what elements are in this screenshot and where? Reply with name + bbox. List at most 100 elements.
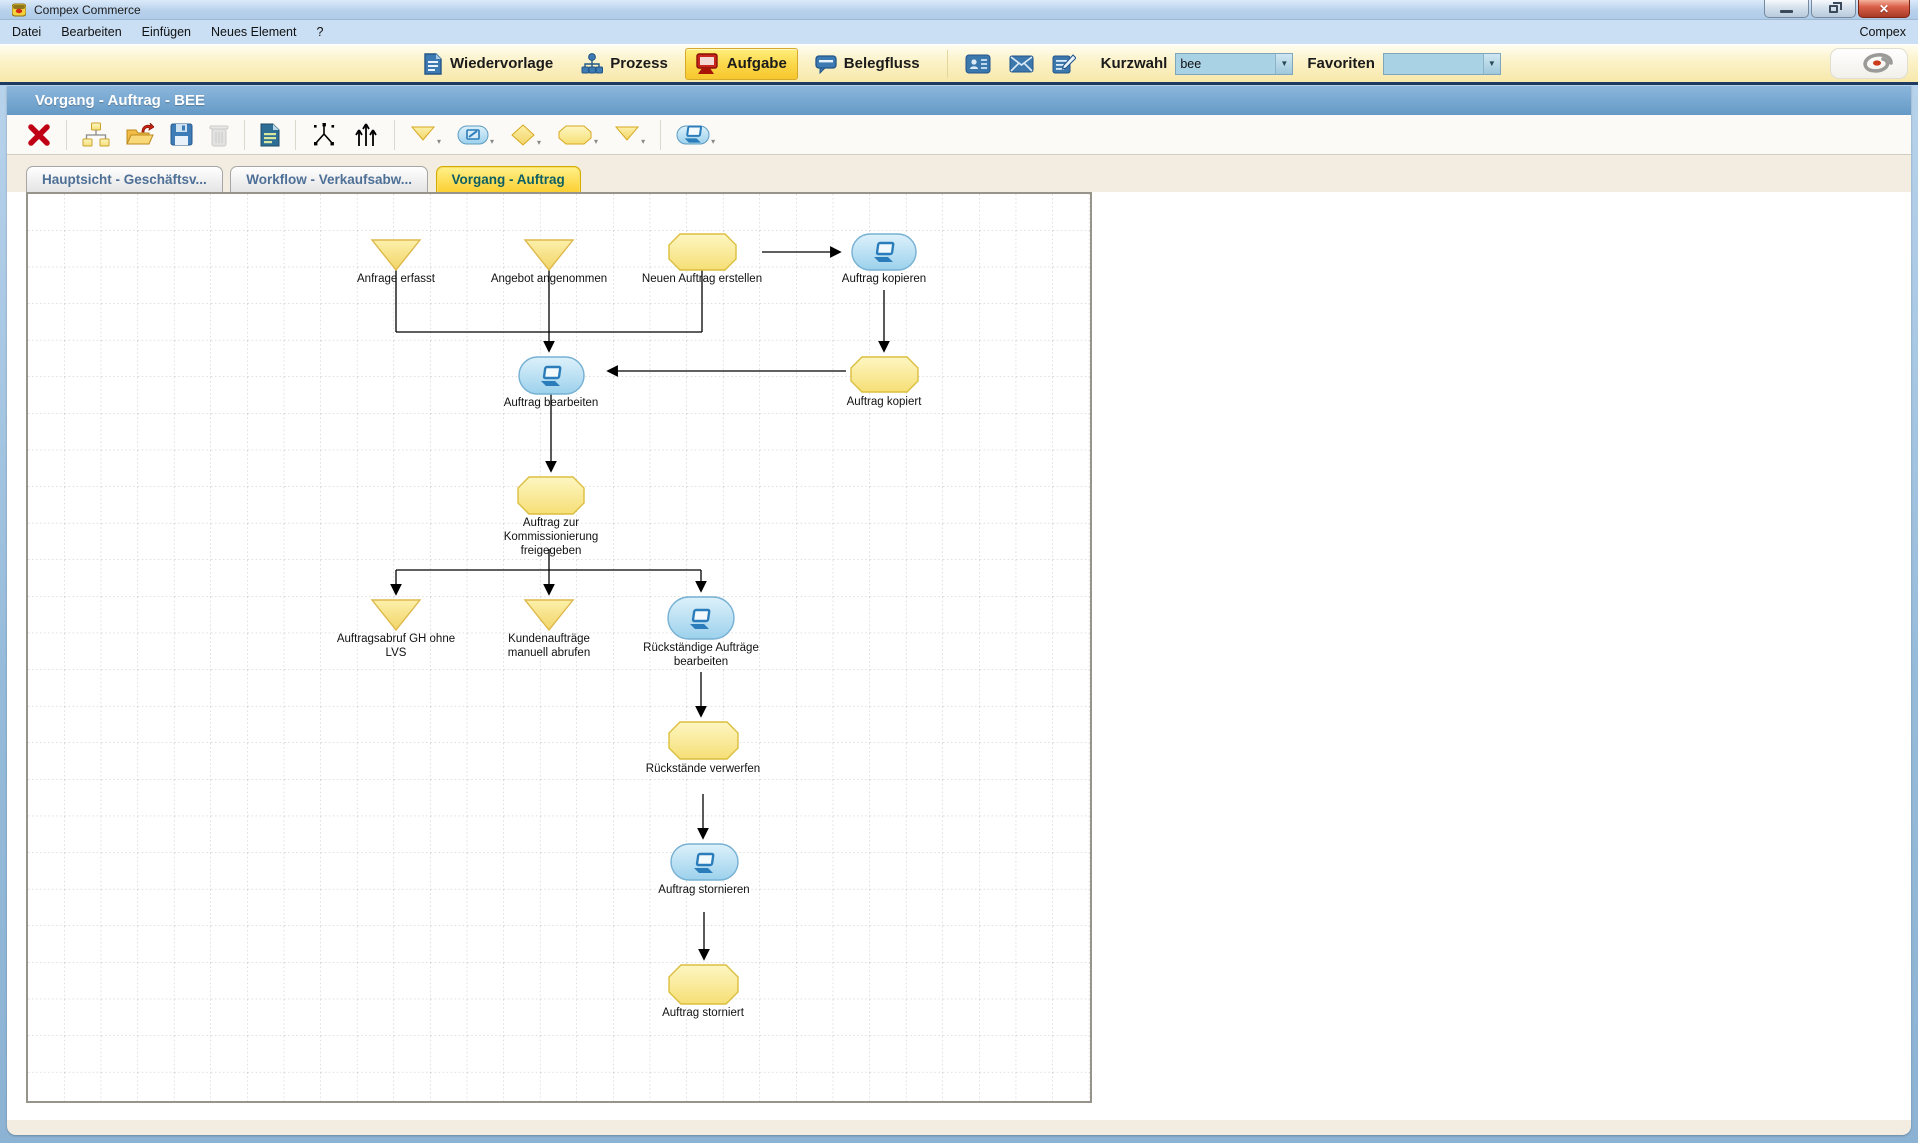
- org-chart-icon: [581, 53, 603, 75]
- tab-label: Workflow - Verkaufsabw...: [246, 172, 412, 187]
- insert-dialog-tool[interactable]: ▾: [449, 121, 502, 149]
- toolbar-separator: [244, 120, 245, 150]
- tab-label: Hauptsicht - Geschäftsv...: [42, 172, 207, 187]
- canvas-area: Anfrage erfasst Angebot angenommen Neuen…: [7, 192, 1911, 1120]
- view-header: Vorgang - Auftrag - BEE: [7, 85, 1911, 115]
- menubar-right-text: Compex: [1859, 25, 1906, 39]
- chevron-down-icon: ▾: [437, 138, 441, 146]
- app-logo-icon: [12, 3, 26, 17]
- tab-workflow[interactable]: Workflow - Verkaufsabw...: [230, 166, 428, 193]
- dialog-pill-icon: [457, 124, 489, 146]
- close-button[interactable]: ✕: [1858, 0, 1910, 18]
- close-icon: ✕: [1879, 3, 1889, 15]
- notepad-pencil-icon: [1052, 54, 1076, 74]
- delete-button[interactable]: [19, 120, 59, 150]
- chevron-down-icon: ▾: [641, 138, 645, 146]
- hierarchy-button[interactable]: [74, 119, 118, 151]
- sort-arrows-button[interactable]: [345, 119, 387, 151]
- kurzwahl-input[interactable]: [1176, 54, 1275, 74]
- task-pill-icon: [676, 124, 710, 146]
- tab-vorgang-auftrag[interactable]: Vorgang - Auftrag: [436, 166, 581, 193]
- insert-trigger2-tool[interactable]: ▾: [606, 121, 653, 149]
- diagram-canvas[interactable]: Anfrage erfasst Angebot angenommen Neuen…: [26, 192, 1092, 1103]
- title-bar: Compex Commerce ✕: [0, 0, 1918, 20]
- menu-datei[interactable]: Datei: [12, 25, 41, 39]
- belegfluss-button[interactable]: Belegfluss: [804, 49, 931, 79]
- document-icon: [260, 123, 280, 147]
- window-title: Compex Commerce: [34, 3, 141, 17]
- chevron-down-icon: ▾: [490, 138, 494, 146]
- node-task-rueckstaendige-auftraege[interactable]: [668, 597, 734, 639]
- toolbar-separator: [947, 50, 948, 78]
- belegfluss-label: Belegfluss: [844, 55, 920, 72]
- node-state-auftrag-storniert[interactable]: [669, 965, 738, 1004]
- kurzwahl-label: Kurzwahl: [1101, 55, 1168, 72]
- menu-neues-element[interactable]: Neues Element: [211, 25, 296, 39]
- grid-background: [28, 194, 1090, 1101]
- insert-task-tool[interactable]: ▾: [668, 121, 723, 149]
- menu-bearbeiten[interactable]: Bearbeiten: [61, 25, 121, 39]
- address-book-icon: [965, 54, 991, 74]
- menu-help[interactable]: ?: [316, 25, 323, 39]
- compex-spiral-logo-icon: [1853, 50, 1899, 77]
- prozess-label: Prozess: [610, 55, 668, 72]
- node-state-kommissionierung-freigegeben[interactable]: [518, 477, 584, 514]
- chevron-down-icon: ▾: [537, 139, 541, 147]
- merge-layout-button[interactable]: [303, 119, 345, 151]
- insert-trigger-tool[interactable]: ▾: [402, 121, 449, 149]
- restore-button[interactable]: [1811, 0, 1856, 18]
- prozess-button[interactable]: Prozess: [570, 48, 679, 80]
- insert-state-tool[interactable]: ▾: [549, 121, 606, 149]
- open-button[interactable]: [118, 120, 162, 150]
- node-task-auftrag-stornieren[interactable]: [671, 844, 738, 880]
- insert-decision-tool[interactable]: ▾: [502, 120, 549, 150]
- notes-button[interactable]: [1045, 50, 1083, 78]
- red-monitor-icon: [696, 53, 720, 75]
- tab-hauptsicht[interactable]: Hauptsicht - Geschäftsv...: [26, 166, 223, 193]
- chevron-down-icon: ▾: [594, 138, 598, 146]
- trash-icon: [209, 123, 229, 147]
- aufgabe-button[interactable]: Aufgabe: [685, 48, 798, 80]
- mail-button[interactable]: [1002, 51, 1041, 77]
- hierarchy-icon: [82, 122, 110, 148]
- toolbar-separator: [295, 120, 296, 150]
- wiedervorlage-label: Wiedervorlage: [450, 55, 553, 72]
- compex-logo-tile: [1830, 48, 1908, 79]
- split-branch-icon: [311, 122, 337, 148]
- restore-icon: [1829, 5, 1838, 13]
- speech-flag-icon: [815, 54, 837, 74]
- kurzwahl-combo[interactable]: ▼: [1175, 53, 1293, 75]
- favoriten-label: Favoriten: [1307, 55, 1375, 72]
- favoriten-dropdown-arrow-icon[interactable]: ▼: [1483, 54, 1500, 74]
- menu-bar: Datei Bearbeiten Einfügen Neues Element …: [0, 20, 1918, 44]
- floppy-disk-icon: [170, 123, 193, 146]
- node-task-auftrag-kopieren[interactable]: [852, 234, 916, 270]
- minimize-button[interactable]: [1764, 0, 1809, 18]
- wiedervorlage-button[interactable]: Wiedervorlage: [412, 48, 564, 80]
- envelope-icon: [1009, 55, 1034, 73]
- red-x-icon: [27, 123, 51, 147]
- kurzwahl-dropdown-arrow-icon[interactable]: ▼: [1275, 54, 1292, 74]
- favoriten-combo[interactable]: ▼: [1383, 53, 1501, 75]
- decision-diamond-icon: [510, 123, 536, 147]
- properties-document-button[interactable]: [252, 120, 288, 150]
- main-toolbar: Wiedervorlage Prozess Aufgabe Belegfluss: [0, 44, 1918, 82]
- node-state-rueckstaende-verwerfen[interactable]: [669, 722, 738, 759]
- view-title: Vorgang - Auftrag - BEE: [35, 92, 205, 109]
- content-frame: Vorgang - Auftrag - BEE: [7, 85, 1911, 1135]
- minimize-icon: [1780, 10, 1793, 13]
- favoriten-input[interactable]: [1384, 54, 1483, 74]
- chevron-down-icon: ▾: [711, 138, 715, 146]
- menu-einfuegen[interactable]: Einfügen: [142, 25, 191, 39]
- open-folder-icon: [126, 123, 154, 147]
- delete-trash-button[interactable]: [201, 120, 237, 150]
- diagram-toolbar: ▾ ▾ ▾ ▾ ▾: [7, 115, 1911, 155]
- node-state-auftrag-kopiert[interactable]: [851, 357, 918, 392]
- tab-strip: Hauptsicht - Geschäftsv... Workflow - Ve…: [7, 155, 1911, 192]
- contacts-button[interactable]: [958, 50, 998, 78]
- node-state-neuen-auftrag-erstellen[interactable]: [669, 234, 736, 270]
- document-lines-icon: [423, 53, 443, 75]
- node-task-auftrag-bearbeiten[interactable]: [519, 357, 584, 394]
- save-button[interactable]: [162, 120, 201, 149]
- arrows-up-icon: [353, 122, 379, 148]
